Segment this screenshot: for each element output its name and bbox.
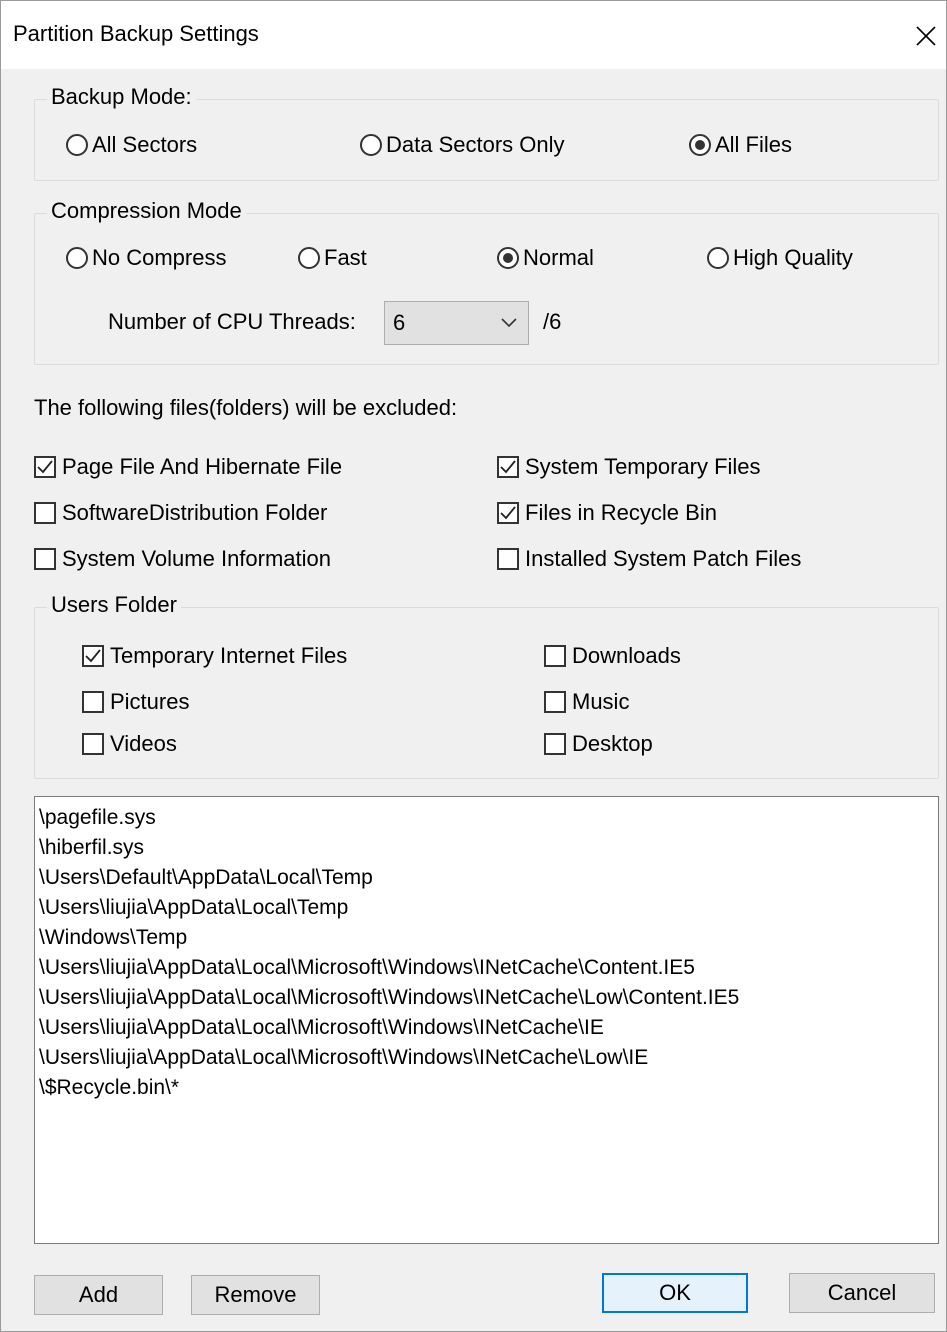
checkbox-system-temporary-files-box [497,456,519,478]
checkbox-page-file-hibernate-box [34,456,56,478]
excluded-paths-list[interactable]: \pagefile.sys \hiberfil.sys \Users\Defau… [34,796,939,1244]
exclude-heading: The following files(folders) will be exc… [34,395,458,420]
radio-normal[interactable]: Normal [497,243,594,273]
checkbox-installed-system-patch-files-label: Installed System Patch Files [525,546,802,571]
checkbox-softwaredistribution-folder-box [34,502,56,524]
radio-fast[interactable]: Fast [298,243,367,273]
radio-high-quality-label: High Quality [733,245,853,270]
radio-normal-label: Normal [523,245,594,270]
window-title: Partition Backup Settings [13,21,259,46]
radio-no-compress[interactable]: No Compress [66,243,226,273]
radio-high-quality[interactable]: High Quality [707,243,853,273]
checkbox-system-volume-information[interactable]: System Volume Information [34,544,331,574]
radio-fast-indicator [298,247,320,269]
radio-all-sectors[interactable]: All Sectors [66,130,197,160]
radio-all-sectors-label: All Sectors [92,132,198,157]
checkmark-icon [85,649,101,663]
checkbox-desktop-box [544,733,566,755]
list-item[interactable]: \Users\liujia\AppData\Local\Microsoft\Wi… [39,1013,934,1043]
checkbox-pictures-label: Pictures [110,689,190,714]
cpu-threads-max: /6 [543,309,562,334]
ok-button[interactable]: OK [602,1273,748,1313]
list-item[interactable]: \$Recycle.bin\* [39,1073,934,1103]
checkbox-desktop-label: Desktop [572,731,653,756]
checkbox-installed-system-patch-files[interactable]: Installed System Patch Files [497,544,801,574]
checkbox-downloads[interactable]: Downloads [544,641,681,671]
checkbox-softwaredistribution-folder[interactable]: SoftwareDistribution Folder [34,498,327,528]
checkmark-icon [37,460,53,474]
checkbox-temporary-internet-files-box [82,645,104,667]
checkbox-music-label: Music [572,689,630,714]
list-item[interactable]: \Users\liujia\AppData\Local\Microsoft\Wi… [39,983,934,1013]
checkbox-page-file-hibernate-label: Page File And Hibernate File [62,454,343,479]
checkbox-pictures-box [82,691,104,713]
list-item[interactable]: \hiberfil.sys [39,833,934,863]
radio-no-compress-label: No Compress [92,245,227,270]
chevron-down-icon [501,318,517,328]
partition-backup-settings-dialog: Partition Backup Settings Backup Mode: A… [0,0,947,1332]
cpu-threads-select[interactable]: 6 [384,301,529,345]
remove-button[interactable]: Remove [191,1275,320,1315]
checkbox-temporary-internet-files[interactable]: Temporary Internet Files [82,641,347,671]
radio-data-sectors-only-indicator [360,134,382,156]
checkbox-pictures[interactable]: Pictures [82,687,189,717]
checkbox-videos[interactable]: Videos [82,729,177,759]
radio-fast-label: Fast [324,245,367,270]
list-item[interactable]: \pagefile.sys [39,803,934,833]
radio-data-sectors-only[interactable]: Data Sectors Only [360,130,565,160]
add-button[interactable]: Add [34,1275,163,1315]
checkbox-system-volume-information-label: System Volume Information [62,546,332,571]
checkbox-videos-box [82,733,104,755]
compression-mode-label: Compression Mode [47,198,246,224]
list-item[interactable]: \Users\liujia\AppData\Local\Microsoft\Wi… [39,1043,934,1073]
checkbox-desktop[interactable]: Desktop [544,729,653,759]
users-folder-label: Users Folder [47,592,181,618]
checkbox-files-in-recycle-bin-box [497,502,519,524]
checkbox-page-file-hibernate[interactable]: Page File And Hibernate File [34,452,342,482]
radio-high-quality-indicator [707,247,729,269]
radio-all-files-label: All Files [715,132,793,157]
cancel-button[interactable]: Cancel [789,1273,935,1313]
backup-mode-label: Backup Mode: [47,84,196,110]
checkbox-files-in-recycle-bin-label: Files in Recycle Bin [525,500,717,525]
radio-all-files[interactable]: All Files [689,130,792,160]
checkbox-system-temporary-files-label: System Temporary Files [525,454,761,479]
list-item[interactable]: \Windows\Temp [39,923,934,953]
checkbox-music[interactable]: Music [544,687,629,717]
checkbox-softwaredistribution-folder-label: SoftwareDistribution Folder [62,500,328,525]
radio-all-files-indicator [689,134,711,156]
list-item[interactable]: \Users\liujia\AppData\Local\Temp [39,893,934,923]
list-item[interactable]: \Users\liujia\AppData\Local\Microsoft\Wi… [39,953,934,983]
checkbox-music-box [544,691,566,713]
radio-normal-indicator [497,247,519,269]
checkbox-videos-label: Videos [110,731,177,756]
title-bar: Partition Backup Settings [1,1,946,69]
checkbox-downloads-box [544,645,566,667]
checkbox-system-volume-information-box [34,548,56,570]
checkbox-downloads-label: Downloads [572,643,681,668]
cpu-threads-value: 6 [393,310,406,335]
checkmark-icon [500,506,516,520]
list-item[interactable]: \Users\Default\AppData\Local\Temp [39,863,934,893]
close-icon[interactable] [913,23,939,49]
checkbox-temporary-internet-files-label: Temporary Internet Files [110,643,348,668]
cpu-threads-label: Number of CPU Threads: [108,309,356,334]
checkbox-files-in-recycle-bin[interactable]: Files in Recycle Bin [497,498,717,528]
radio-all-sectors-indicator [66,134,88,156]
checkmark-icon [500,460,516,474]
checkbox-system-temporary-files[interactable]: System Temporary Files [497,452,761,482]
radio-no-compress-indicator [66,247,88,269]
radio-data-sectors-only-label: Data Sectors Only [386,132,565,157]
checkbox-installed-system-patch-files-box [497,548,519,570]
